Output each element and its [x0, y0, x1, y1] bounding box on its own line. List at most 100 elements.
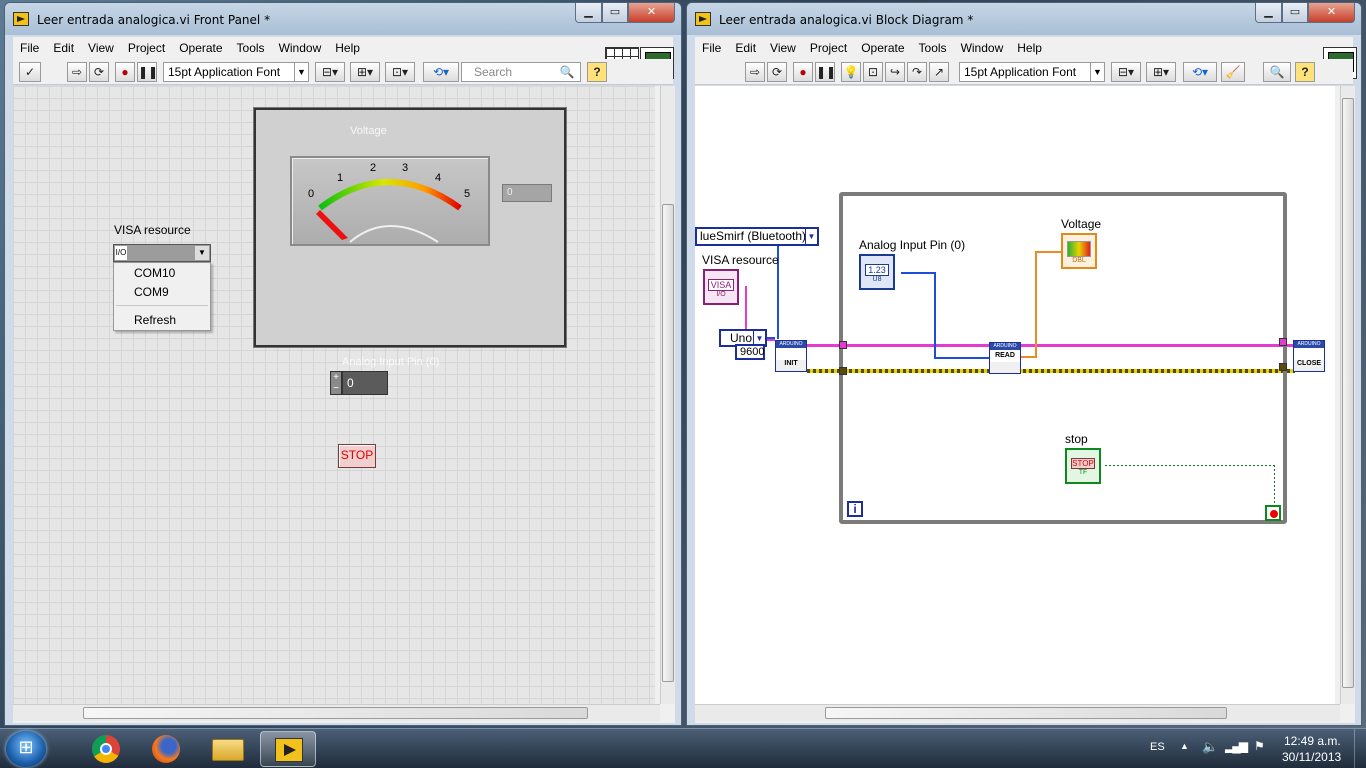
vertical-scroll-thumb[interactable]	[662, 204, 674, 682]
reorder-icon[interactable]: ⟲▾	[423, 62, 459, 82]
network-icon[interactable]: ▂▄▆	[1225, 739, 1248, 753]
menu-view[interactable]: View	[81, 41, 121, 55]
pause-icon[interactable]: ❚❚	[137, 62, 158, 82]
align-objects-icon[interactable]: ⊟▾	[315, 62, 345, 82]
bluesmirf-constant[interactable]: lueSmirf (Bluetooth) ▼	[695, 227, 819, 246]
language-indicator[interactable]: ES	[1150, 741, 1165, 753]
distribute-objects-icon[interactable]: ⊞▾	[350, 62, 380, 82]
font-selector[interactable]: 15pt Application Font ▼	[163, 62, 309, 82]
taskbar-explorer[interactable]	[200, 731, 256, 767]
menu-edit[interactable]: Edit	[46, 41, 81, 55]
menu-tools[interactable]: Tools	[912, 41, 954, 55]
visa-dropdown-menu: COM10 COM9 Refresh	[113, 262, 211, 331]
visa-resource-label: VISA resource	[702, 253, 779, 267]
clock-date[interactable]: 30/11/2013	[1282, 750, 1341, 764]
pause-icon[interactable]: ❚❚	[815, 62, 836, 82]
retain-wire-values-icon[interactable]: ⊡	[863, 62, 883, 82]
menu-operate[interactable]: Operate	[854, 41, 911, 55]
block-diagram-titlebar[interactable]: Leer entrada analogica.vi Block Diagram …	[687, 3, 1361, 35]
menu-edit[interactable]: Edit	[728, 41, 763, 55]
maximize-button[interactable]: ▭	[1282, 3, 1308, 23]
context-help-icon[interactable]: ?	[587, 62, 607, 82]
reorder-icon[interactable]: ⟲▾	[1183, 62, 1217, 82]
step-out-icon[interactable]: ↗	[929, 62, 949, 82]
run-continuously-icon[interactable]: ⟳	[89, 62, 109, 82]
loop-condition-terminal[interactable]	[1265, 505, 1281, 521]
show-desktop-button[interactable]	[1354, 729, 1366, 768]
menu-file[interactable]: File	[13, 41, 46, 55]
stop-terminal[interactable]: STOP TF	[1065, 448, 1101, 484]
horizontal-scrollbar[interactable]	[13, 704, 660, 721]
visa-option-refresh[interactable]: Refresh	[134, 313, 176, 327]
menu-operate[interactable]: Operate	[172, 41, 229, 55]
ok-checkmark-icon[interactable]: ✓	[19, 62, 41, 82]
menu-help[interactable]: Help	[328, 41, 367, 55]
menu-help[interactable]: Help	[1010, 41, 1049, 55]
analog-pin-terminal[interactable]: 1.23 U8	[859, 254, 895, 290]
run-arrow-icon[interactable]: ⇨	[67, 62, 87, 82]
volume-icon[interactable]: 🔈	[1202, 739, 1218, 755]
arduino-read-subvi[interactable]: ARDUINO READ	[989, 342, 1021, 374]
clean-up-diagram-icon[interactable]: 🧹	[1221, 62, 1245, 82]
run-continuously-icon[interactable]: ⟳	[767, 62, 787, 82]
visa-resource-control[interactable]: I/O ▼	[113, 244, 211, 262]
horizontal-scrollbar[interactable]	[695, 704, 1340, 721]
menu-project[interactable]: Project	[803, 41, 854, 55]
increment-decrement-buttons[interactable]: + −	[330, 371, 342, 395]
menu-project[interactable]: Project	[121, 41, 172, 55]
minimize-button[interactable]: ▁	[1255, 3, 1282, 23]
voltage-indicator-terminal[interactable]: DBL	[1061, 233, 1097, 269]
menu-bar: File Edit View Project Operate Tools Win…	[695, 37, 1353, 59]
horizontal-scroll-thumb[interactable]	[825, 707, 1227, 719]
show-hidden-icons-icon[interactable]: ▲	[1180, 741, 1189, 751]
highlight-execution-icon[interactable]: 💡	[841, 62, 861, 82]
abort-icon[interactable]: ●	[793, 62, 813, 82]
chevron-down-icon[interactable]: ▼	[195, 246, 209, 260]
vertical-scrollbar[interactable]	[1340, 86, 1355, 704]
step-into-icon[interactable]: ↪	[885, 62, 905, 82]
maximize-button[interactable]: ▭	[602, 3, 628, 23]
minimize-button[interactable]: ▁	[575, 3, 602, 23]
vertical-scrollbar[interactable]	[660, 86, 675, 704]
font-selector[interactable]: 15pt Application Font ▼	[959, 62, 1105, 82]
analog-pin-control[interactable]: 0	[342, 371, 388, 395]
taskbar-labview[interactable]	[260, 731, 316, 767]
board-type-text: Uno	[730, 331, 753, 345]
voltage-gauge[interactable]: 0 1 2 3 4 5	[290, 156, 490, 246]
taskbar-chrome[interactable]	[78, 731, 134, 767]
menu-file[interactable]: File	[695, 41, 728, 55]
start-button[interactable]	[6, 731, 46, 767]
search-icon[interactable]: 🔍	[1263, 62, 1291, 82]
baud-rate-constant[interactable]: 9600	[735, 344, 765, 360]
iteration-terminal[interactable]: i	[847, 501, 863, 517]
front-panel-titlebar[interactable]: Leer entrada analogica.vi Front Panel * …	[5, 3, 681, 35]
taskbar-firefox[interactable]	[138, 731, 194, 767]
menu-window[interactable]: Window	[272, 41, 329, 55]
step-over-icon[interactable]: ↷	[907, 62, 927, 82]
distribute-objects-icon[interactable]: ⊞▾	[1146, 62, 1176, 82]
resize-objects-icon[interactable]: ⊡▾	[385, 62, 415, 82]
stop-button[interactable]: STOP	[338, 444, 376, 468]
close-button[interactable]: ✕	[1308, 3, 1355, 23]
action-center-icon[interactable]: ⚑	[1254, 739, 1265, 753]
visa-option-com9[interactable]: COM9	[134, 285, 169, 299]
run-arrow-icon[interactable]: ⇨	[745, 62, 765, 82]
align-objects-icon[interactable]: ⊟▾	[1111, 62, 1141, 82]
close-button[interactable]: ✕	[628, 3, 675, 23]
gauge-frame: Voltage 0 1 2 3 4 5 0	[253, 107, 567, 348]
clock-time[interactable]: 12:49 a.m.	[1284, 734, 1341, 748]
vertical-scroll-thumb[interactable]	[1342, 98, 1354, 688]
arduino-close-subvi[interactable]: ARDUINO CLOSE	[1293, 340, 1325, 372]
abort-icon[interactable]: ●	[115, 62, 135, 82]
visa-resource-terminal[interactable]: VISA I/O	[703, 269, 739, 305]
menu-window[interactable]: Window	[954, 41, 1011, 55]
arduino-init-subvi[interactable]: ARDUINO INIT	[775, 340, 807, 372]
context-help-icon[interactable]: ?	[1295, 62, 1315, 82]
menu-tools[interactable]: Tools	[230, 41, 272, 55]
search-icon[interactable]: 🔍	[557, 62, 577, 82]
wire-bluesmirf	[777, 233, 779, 339]
visa-option-com10[interactable]: COM10	[134, 266, 175, 280]
horizontal-scroll-thumb[interactable]	[83, 707, 588, 719]
menu-view[interactable]: View	[763, 41, 803, 55]
arduino-header: ARDUINO	[990, 343, 1020, 350]
